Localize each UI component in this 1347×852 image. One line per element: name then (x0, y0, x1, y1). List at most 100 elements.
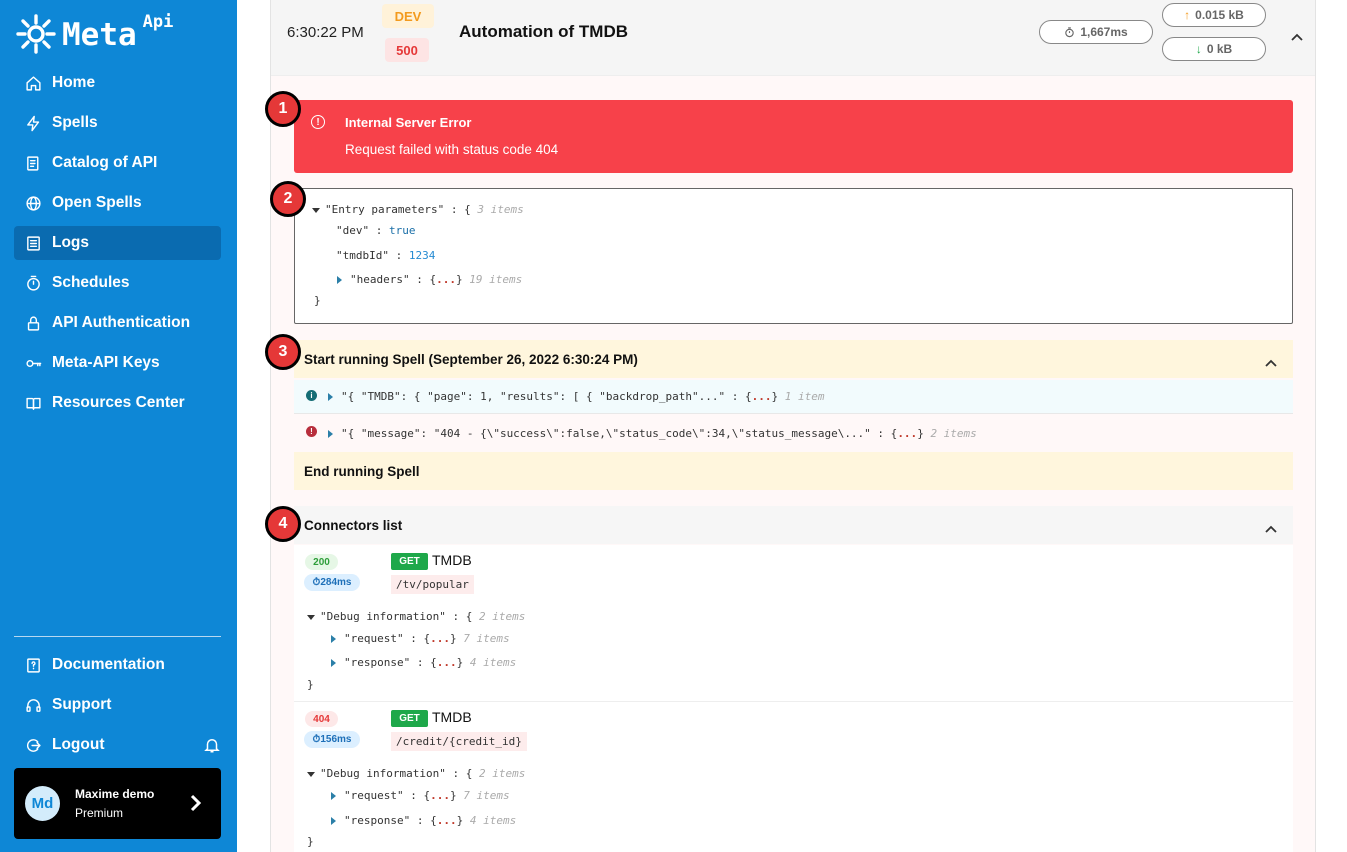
connectors-bar[interactable]: Connectors list (294, 506, 1293, 544)
json-key: "response" (344, 656, 411, 669)
expand-triangle-icon[interactable] (328, 430, 333, 438)
expand-triangle-icon[interactable] (331, 792, 336, 800)
json-key: "Debug information" (320, 767, 446, 780)
json-count: 2 items (478, 610, 526, 623)
marker-3: 3 (265, 334, 301, 370)
collapse-triangle-icon[interactable] (307, 771, 315, 777)
nav-label: Open Spells (52, 194, 142, 211)
api-name: TMDB (432, 552, 472, 568)
duration-badge: ⏱ 156ms (304, 731, 360, 748)
user-card[interactable]: Md Maxime demo Premium (14, 768, 221, 839)
method-badge: GET (391, 553, 428, 570)
log-header[interactable]: 6:30:22 PM DEV 500 Automation of TMDB 1,… (271, 0, 1315, 76)
spell-error-line: "{ "message": "404 - {\"success\":false,… (328, 427, 977, 440)
error-alert: ! Internal Server Error Request failed w… (294, 100, 1293, 173)
chevron-up-icon[interactable] (1291, 28, 1303, 41)
main-content: 6:30:22 PM DEV 500 Automation of TMDB 1,… (237, 0, 1347, 852)
endpoint-path: /credit/{credit_id} (391, 732, 527, 751)
json-line[interactable]: "response" : {...} 4 items (331, 814, 516, 827)
lock-icon (24, 314, 42, 332)
arrow-down-icon: ↓ (1195, 42, 1202, 56)
logo[interactable]: Meta Api (16, 12, 173, 58)
logo-text: Meta (62, 17, 137, 53)
json-root-line[interactable]: "Debug information" : { 2 items (307, 767, 525, 780)
connector-item: 404 ⏱ 156ms GET TMDB /credit/{credit_id} … (294, 702, 1293, 852)
json-key: "Entry parameters" (325, 203, 445, 216)
json-key: "Debug information" (320, 610, 446, 623)
nav-meta-api-keys[interactable]: Meta-API Keys (14, 346, 221, 380)
logout-icon (24, 736, 42, 754)
json-line[interactable]: "response" : {...} 4 items (331, 656, 516, 669)
json-count: 19 items (469, 273, 523, 286)
nav-documentation[interactable]: Documentation (14, 648, 221, 682)
bolt-icon (24, 114, 42, 132)
bell-icon[interactable] (203, 736, 221, 759)
entry-parameters-viewer: "Entry parameters" : { 3 items "dev" : t… (294, 188, 1293, 324)
json-count: 2 items (478, 767, 526, 780)
collapse-triangle-icon[interactable] (312, 207, 320, 213)
json-count: 4 items (469, 656, 517, 669)
duration-value: 284ms (320, 577, 352, 588)
avatar: Md (25, 786, 60, 821)
nav-label: Logout (52, 736, 105, 753)
json-count: 3 items (477, 203, 524, 216)
json-root-line[interactable]: "Entry parameters" : { 3 items (312, 203, 524, 216)
json-line: "dev" : true (336, 224, 416, 237)
chevron-up-icon[interactable] (1265, 521, 1277, 533)
sidebar-divider (14, 636, 221, 637)
spell-error-row[interactable]: ! "{ "message": "404 - {\"success\":fals… (294, 415, 1293, 451)
json-line[interactable]: "request" : {...} 7 items (331, 632, 510, 645)
expand-triangle-icon[interactable] (331, 659, 336, 667)
marker-4: 4 (265, 506, 301, 542)
globe-icon (24, 194, 42, 212)
json-key: "tmdbId" (336, 249, 389, 262)
doc-icon (24, 656, 42, 674)
duration-value: 1,667ms (1080, 25, 1128, 39)
method-badge: GET (391, 710, 428, 727)
info-icon: i (306, 390, 317, 401)
status-badge: 500 (385, 38, 429, 62)
endpoint-path: /tv/popular (391, 575, 474, 594)
nav-label: Home (52, 74, 96, 91)
expand-triangle-icon[interactable] (337, 276, 342, 284)
marker-1: 1 (265, 91, 301, 127)
nav-api-authentication[interactable]: API Authentication (14, 306, 221, 340)
spell-info-row[interactable]: i "{ "TMDB": { "page": 1, "results": [ {… (294, 380, 1293, 414)
nav-label: Meta-API Keys (52, 354, 160, 371)
nav-support[interactable]: Support (14, 688, 221, 722)
expand-triangle-icon[interactable] (331, 817, 336, 825)
spell-end-label: End running Spell (304, 463, 420, 479)
json-value: true (389, 224, 416, 237)
nav-open-spells[interactable]: Open Spells (14, 186, 221, 220)
connectors-title: Connectors list (304, 517, 403, 533)
nav-schedules[interactable]: Schedules (14, 266, 221, 300)
json-count: 7 items (463, 632, 510, 645)
expand-triangle-icon[interactable] (328, 393, 333, 401)
json-line[interactable]: "request" : {...} 7 items (331, 789, 510, 802)
json-count: 1 item (784, 390, 825, 403)
spell-start-bar[interactable]: Start running Spell (September 26, 2022 … (294, 340, 1293, 378)
nav-label: Support (52, 696, 112, 713)
nav-home[interactable]: Home (14, 66, 221, 100)
nav-label: Spells (52, 114, 98, 131)
duration-value: 156ms (320, 734, 352, 745)
key-icon (24, 354, 42, 372)
json-key: "response" (344, 814, 411, 827)
nav-resources-center[interactable]: Resources Center (14, 386, 221, 420)
marker-2: 2 (270, 181, 306, 217)
nav-logs[interactable]: Logs (14, 226, 221, 260)
nav-catalog[interactable]: Catalog of API (14, 146, 221, 180)
collapse-triangle-icon[interactable] (307, 614, 315, 620)
nav-logout[interactable]: Logout (14, 728, 221, 762)
nav-label: Resources Center (52, 394, 185, 411)
upload-value: 0.015 kB (1195, 8, 1244, 22)
nav-spells[interactable]: Spells (14, 106, 221, 140)
env-badge: DEV (382, 4, 434, 28)
json-line: "tmdbId" : 1234 (336, 249, 436, 262)
json-root-line[interactable]: "Debug information" : { 2 items (307, 610, 525, 623)
spell-end-bar: End running Spell (294, 452, 1293, 490)
chevron-up-icon[interactable] (1265, 355, 1277, 367)
connector-item: 200 ⏱ 284ms GET TMDB /tv/popular "Debug i… (294, 545, 1293, 702)
expand-triangle-icon[interactable] (331, 635, 336, 643)
json-line[interactable]: "headers" : {...} 19 items (337, 273, 522, 286)
